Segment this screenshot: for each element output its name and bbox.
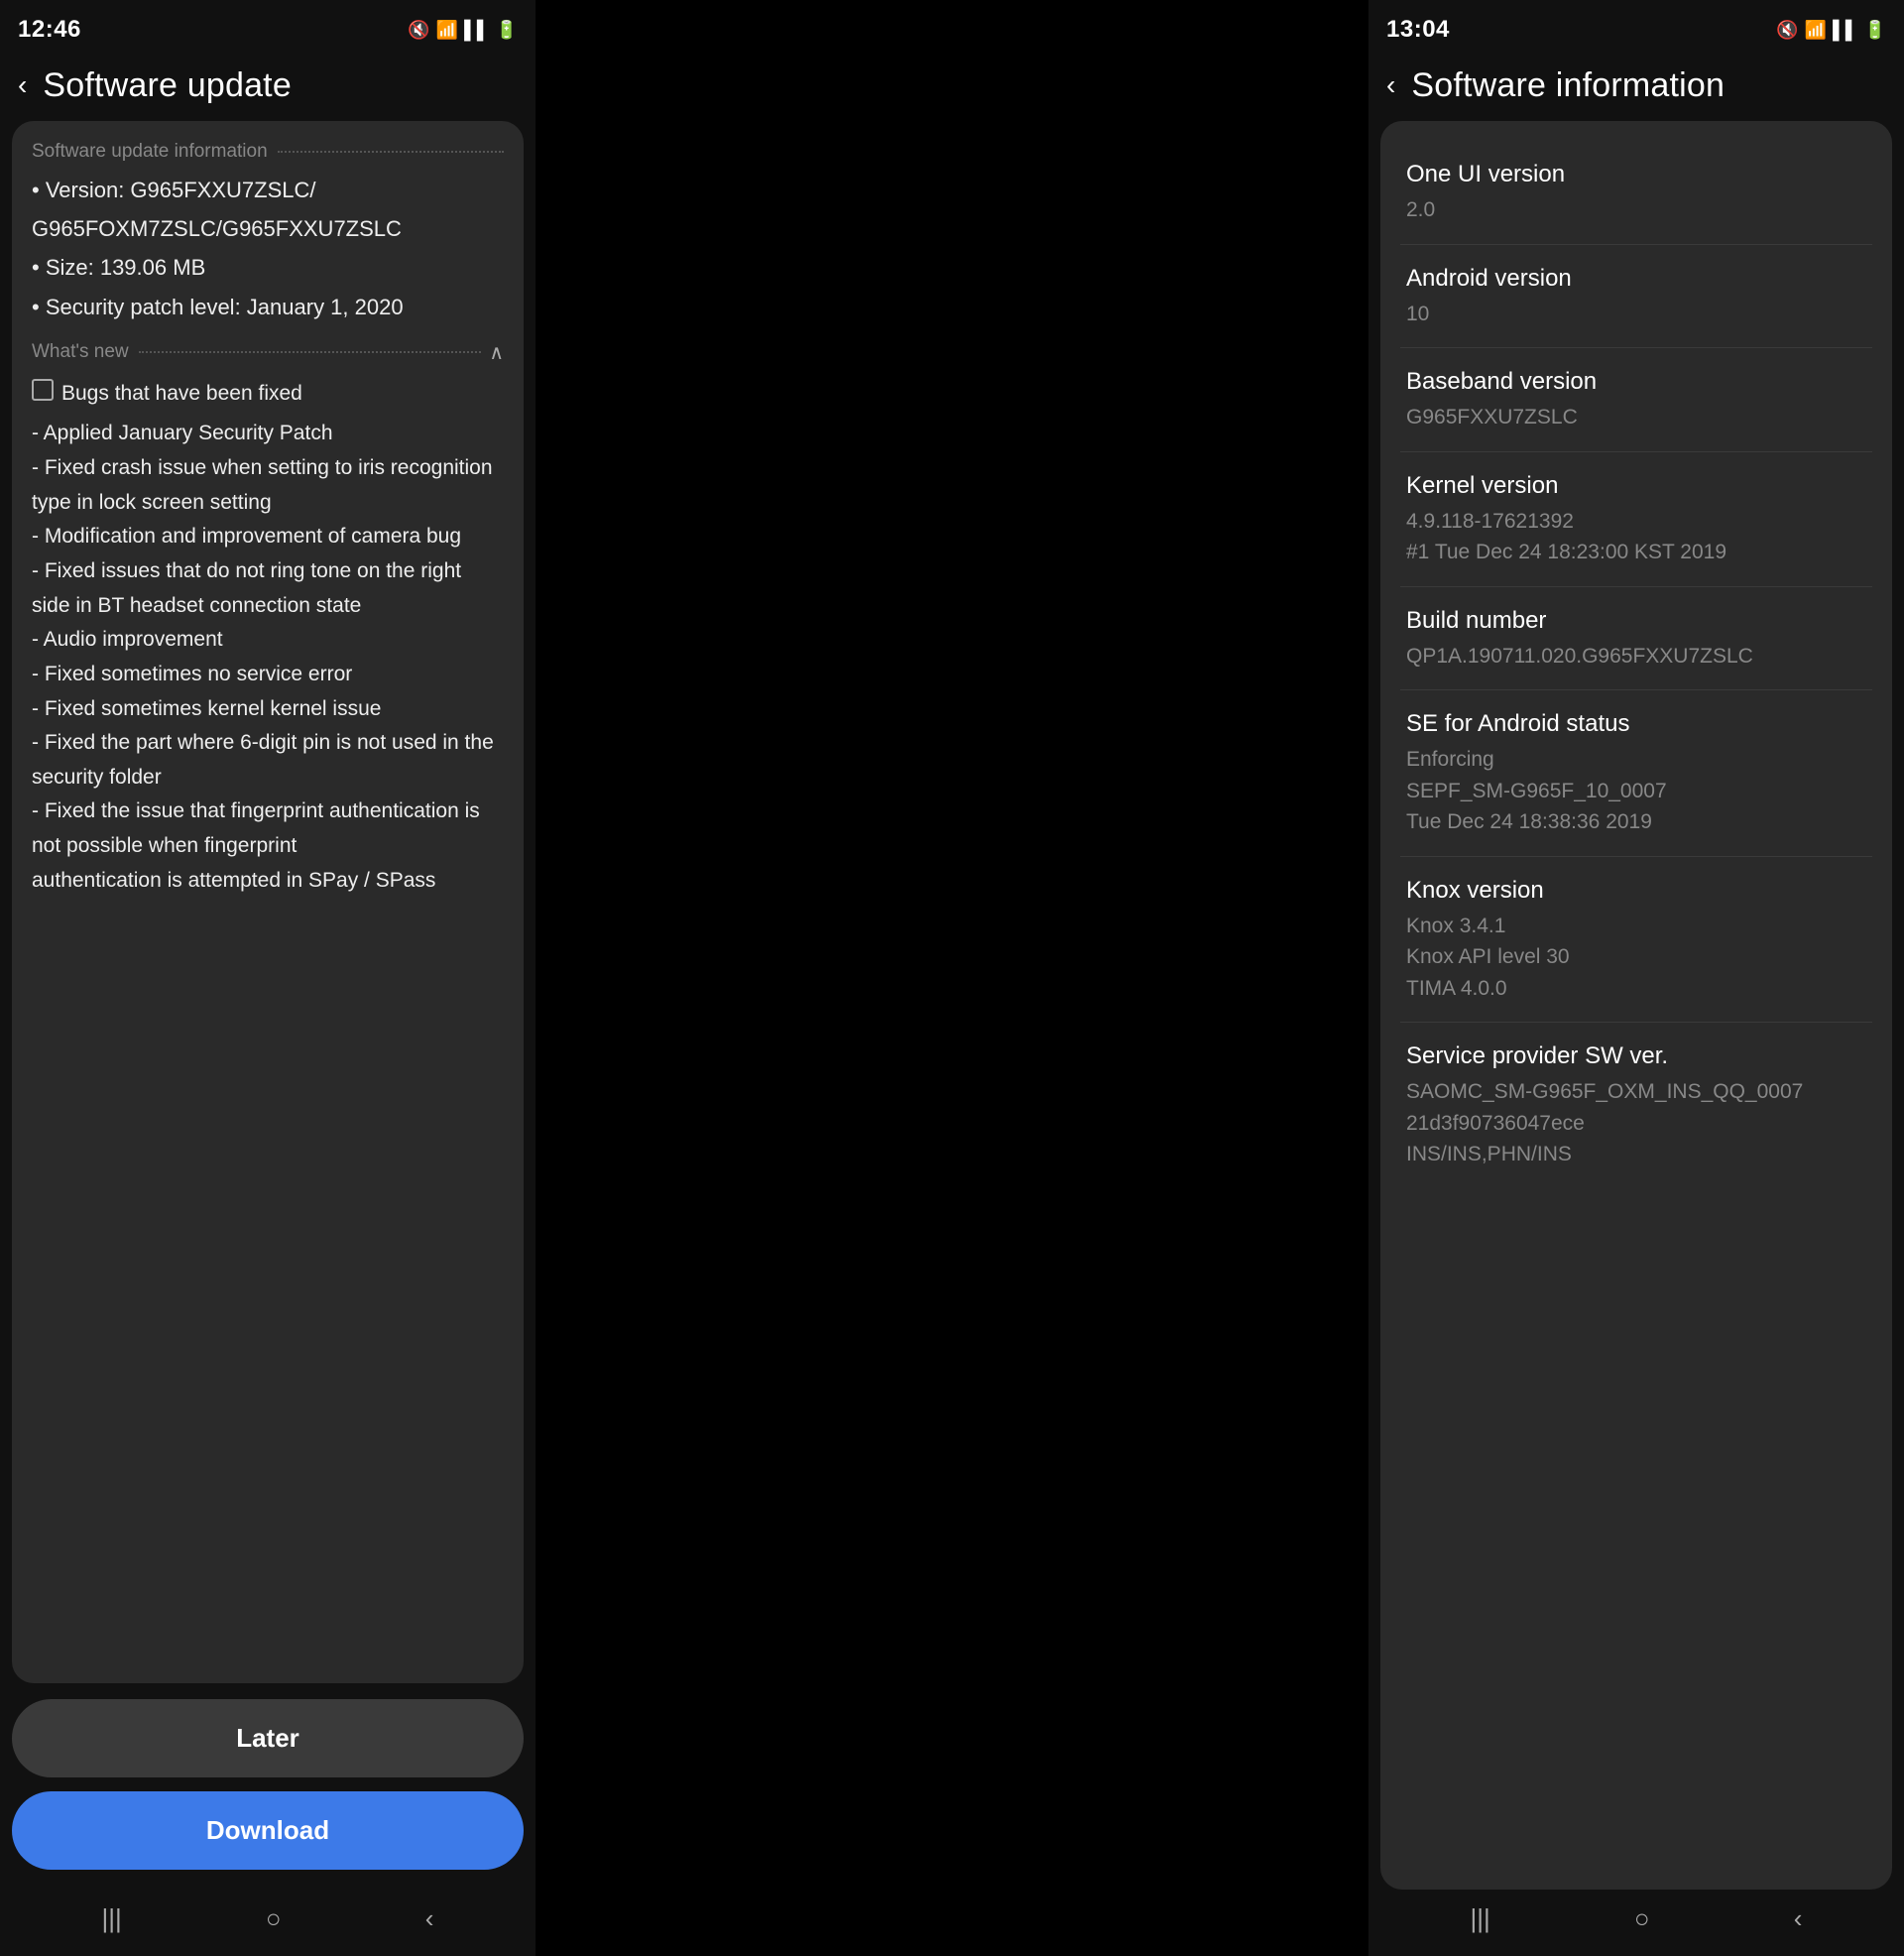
left-phone-screen: 12:46 🔇 📶 ▌▌ 🔋 ‹ Software update Softwar… [0, 0, 536, 1956]
left-time: 12:46 [18, 16, 81, 44]
fix-3: - Modification and improvement of camera… [32, 520, 504, 554]
right-signal-icon: ▌▌ [1833, 20, 1858, 41]
kernel-version-item: Kernel version 4.9.118-17621392#1 Tue De… [1400, 452, 1872, 587]
size-info: • Size: 139.06 MB [32, 250, 504, 285]
left-page-title: Software update [43, 66, 292, 105]
whats-new-content: Bugs that have been fixed - Applied Janu… [32, 377, 504, 899]
fix-7: - Fixed sometimes kernel kernel issue [32, 692, 504, 727]
right-silent-icon: 🔇 [1776, 20, 1798, 41]
bugs-checkbox[interactable] [32, 379, 54, 401]
right-battery-icon: 🔋 [1864, 20, 1886, 41]
dotted-divider [278, 151, 504, 153]
wifi-icon: 📶 [436, 20, 458, 41]
bugs-fixed-label: Bugs that have been fixed [61, 377, 302, 412]
right-back-button[interactable]: ‹ [1378, 65, 1403, 105]
right-recents-button[interactable]: ||| [1471, 1903, 1490, 1934]
baseband-version-item: Baseband version G965FXXU7ZSLC [1400, 348, 1872, 452]
kernel-version-label: Kernel version [1406, 472, 1866, 500]
service-provider-item: Service provider SW ver. SAOMC_SM-G965F_… [1400, 1023, 1872, 1188]
whats-new-section: What's new ∧ Bugs that have been fixed -… [32, 340, 504, 899]
left-page-header: ‹ Software update [0, 56, 536, 121]
build-number-item: Build number QP1A.190711.020.G965FXXU7ZS… [1400, 587, 1872, 691]
right-wifi-icon: 📶 [1805, 20, 1827, 41]
bugs-fixed-item: Bugs that have been fixed [32, 377, 504, 412]
fix-2: - Fixed crash issue when setting to iris… [32, 451, 504, 520]
baseband-version-value: G965FXXU7ZSLC [1406, 402, 1866, 433]
right-status-icons: 🔇 📶 ▌▌ 🔋 [1776, 20, 1886, 41]
knox-version-item: Knox version Knox 3.4.1Knox API level 30… [1400, 857, 1872, 1024]
left-nav-bar: ||| ○ ‹ [0, 1890, 536, 1956]
knox-version-value: Knox 3.4.1Knox API level 30TIMA 4.0.0 [1406, 911, 1866, 1005]
left-back-nav-button[interactable]: ‹ [425, 1903, 434, 1934]
fix-1: - Applied January Security Patch [32, 417, 504, 451]
fix-8: - Fixed the part where 6-digit pin is no… [32, 726, 504, 795]
right-content-card: One UI version 2.0 Android version 10 Ba… [1380, 121, 1892, 1890]
se-android-label: SE for Android status [1406, 710, 1866, 738]
kernel-version-value: 4.9.118-17621392#1 Tue Dec 24 18:23:00 K… [1406, 506, 1866, 568]
fix-4: - Fixed issues that do not ring tone on … [32, 554, 504, 623]
spacer [536, 0, 1368, 1956]
update-info-section-header: Software update information [32, 141, 504, 163]
right-phone-screen: 13:04 🔇 📶 ▌▌ 🔋 ‹ Software information On… [1368, 0, 1904, 1956]
left-status-bar: 12:46 🔇 📶 ▌▌ 🔋 [0, 0, 536, 56]
right-page-header: ‹ Software information [1368, 56, 1904, 121]
silent-icon: 🔇 [408, 20, 429, 41]
button-area: Later Download [0, 1683, 536, 1890]
later-button[interactable]: Later [12, 1699, 524, 1777]
version-line2: G965FOXM7ZSLC/G965FXXU7ZSLC [32, 211, 504, 246]
build-number-label: Build number [1406, 607, 1866, 635]
left-home-button[interactable]: ○ [266, 1903, 282, 1934]
right-nav-bar: ||| ○ ‹ [1368, 1890, 1904, 1956]
left-content-card: Software update information • Version: G… [12, 121, 524, 1683]
baseband-version-label: Baseband version [1406, 368, 1866, 396]
right-home-button[interactable]: ○ [1634, 1903, 1650, 1934]
service-provider-label: Service provider SW ver. [1406, 1042, 1866, 1070]
right-time: 13:04 [1386, 16, 1450, 44]
one-ui-version-value: 2.0 [1406, 194, 1866, 226]
left-recents-button[interactable]: ||| [102, 1903, 122, 1934]
version-line1: • Version: G965FXXU7ZSLC/ [32, 173, 504, 207]
download-button[interactable]: Download [12, 1791, 524, 1870]
whats-new-collapse-icon[interactable]: ∧ [489, 340, 504, 365]
right-status-bar: 13:04 🔇 📶 ▌▌ 🔋 [1368, 0, 1904, 56]
build-number-value: QP1A.190711.020.G965FXXU7ZSLC [1406, 641, 1866, 672]
right-page-title: Software information [1411, 66, 1725, 105]
whats-new-header: What's new ∧ [32, 340, 504, 365]
security-patch-info: • Security patch level: January 1, 2020 [32, 290, 504, 324]
signal-icon: ▌▌ [464, 20, 490, 41]
whats-new-title: What's new [32, 341, 129, 363]
left-back-button[interactable]: ‹ [10, 65, 35, 105]
fix-6: - Fixed sometimes no service error [32, 658, 504, 692]
android-version-value: 10 [1406, 299, 1866, 330]
fix-9: - Fixed the issue that fingerprint authe… [32, 795, 504, 863]
software-info-list: One UI version 2.0 Android version 10 Ba… [1400, 141, 1872, 1188]
fix-9b: authentication is attempted in SPay / SP… [32, 864, 504, 899]
knox-version-label: Knox version [1406, 877, 1866, 905]
service-provider-value: SAOMC_SM-G965F_OXM_INS_QQ_000721d3f90736… [1406, 1076, 1866, 1170]
update-info-list: • Version: G965FXXU7ZSLC/ G965FOXM7ZSLC/… [32, 173, 504, 324]
battery-icon: 🔋 [496, 20, 518, 41]
se-android-value: EnforcingSEPF_SM-G965F_10_0007Tue Dec 24… [1406, 744, 1866, 838]
one-ui-version-item: One UI version 2.0 [1400, 141, 1872, 245]
whats-new-dotted-line [139, 351, 482, 353]
one-ui-version-label: One UI version [1406, 161, 1866, 188]
left-status-icons: 🔇 📶 ▌▌ 🔋 [408, 20, 518, 41]
fix-5: - Audio improvement [32, 623, 504, 658]
se-android-item: SE for Android status EnforcingSEPF_SM-G… [1400, 690, 1872, 857]
update-info-title: Software update information [32, 141, 268, 163]
android-version-item: Android version 10 [1400, 245, 1872, 349]
android-version-label: Android version [1406, 265, 1866, 293]
right-back-nav-button[interactable]: ‹ [1794, 1903, 1803, 1934]
